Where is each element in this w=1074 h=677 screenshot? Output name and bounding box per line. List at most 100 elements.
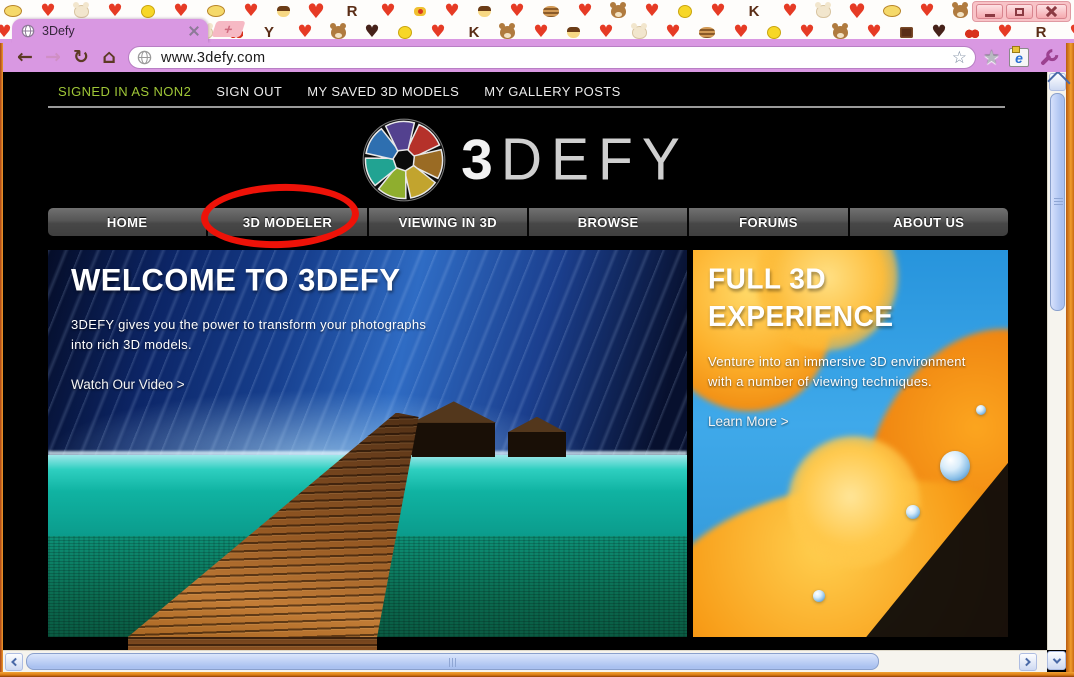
- pudding-icon: [478, 6, 491, 17]
- scroll-right-button[interactable]: [1019, 653, 1037, 671]
- site-logo: 3 DEFY: [3, 114, 1047, 206]
- logo-defy: DEFY: [501, 130, 689, 189]
- pattern-row-1: ♥♥♥♥♥R♥♥♥♥♥♥K♥♥♥♥♥♥♥♥♥R♥♥♥♥♥♥K♥♥♥♥: [4, 1, 1074, 21]
- heart-dotted-icon: ♥: [442, 2, 462, 21]
- horizontal-scrollbar-track[interactable]: [3, 650, 1047, 672]
- bear-icon: [611, 5, 626, 18]
- maximize-button[interactable]: [1006, 4, 1033, 19]
- boardwalk-overflow-graphic: [128, 637, 377, 650]
- letter-r-icon: R: [342, 2, 362, 21]
- hero-right-title-line2: EXPERIENCE: [708, 298, 988, 335]
- cherry-icon: [965, 27, 979, 38]
- bear-white-icon: [74, 5, 89, 18]
- heart-happy-icon: ♥: [847, 2, 867, 21]
- hero-right-title: FULL 3D EXPERIENCE: [708, 261, 988, 336]
- scroll-down-button[interactable]: [1047, 651, 1066, 670]
- vertical-scrollbar-thumb[interactable]: [1050, 93, 1065, 311]
- letter-k-icon: K: [744, 2, 764, 21]
- signed-in-label: SIGNED IN AS NON2: [58, 84, 191, 99]
- close-icon: [1045, 6, 1058, 17]
- bungalow-graphic: [412, 422, 495, 457]
- nav-forums-button[interactable]: FORUMS: [689, 208, 849, 236]
- pancake-icon: [543, 6, 559, 17]
- star-extension-button[interactable]: ★: [983, 47, 1000, 69]
- oval-badge-icon: [883, 5, 901, 17]
- vertical-scrollbar-track[interactable]: [1047, 72, 1066, 650]
- bear-icon: [953, 5, 968, 18]
- heart-icon: ♥: [105, 2, 125, 21]
- candy-icon: [414, 7, 426, 16]
- chick-icon: [767, 26, 781, 39]
- url-input[interactable]: [159, 49, 945, 67]
- heart-icon: ♥: [917, 2, 937, 21]
- close-button[interactable]: [1036, 4, 1067, 19]
- chick-icon: [398, 26, 412, 39]
- bear-white-icon: [816, 5, 831, 18]
- chocolate-icon: [900, 27, 913, 38]
- heart-icon: ♥: [378, 2, 398, 21]
- scroll-up-button[interactable]: [1049, 73, 1066, 91]
- reload-button[interactable]: ↻: [67, 48, 95, 67]
- ie-tab-extension-button[interactable]: e: [1009, 48, 1029, 67]
- address-bar[interactable]: ☆: [128, 46, 976, 69]
- hero-left-body-line2: into rich 3D models.: [71, 335, 631, 355]
- heart-dotted-icon: ♥: [171, 2, 191, 21]
- pudding-icon: [277, 6, 290, 17]
- scrollbar-grip: [1054, 198, 1063, 206]
- pudding-icon: [567, 27, 580, 38]
- toolbar-extensions: ★ e: [983, 43, 1058, 72]
- forward-button[interactable]: →: [39, 48, 67, 67]
- aperture-logo-icon: [361, 117, 447, 203]
- watch-our-video-link[interactable]: Watch Our Video >: [71, 377, 185, 392]
- water-drop-graphic: [813, 590, 825, 602]
- heart-icon: ♥: [708, 2, 728, 21]
- scroll-left-button[interactable]: [5, 653, 23, 671]
- new-tab-button[interactable]: +: [211, 21, 245, 37]
- minimize-icon: [985, 14, 995, 17]
- browser-tab[interactable]: 3Defy: [12, 19, 208, 43]
- my-saved-models-link[interactable]: MY SAVED 3D MODELS: [307, 84, 459, 99]
- my-gallery-posts-link[interactable]: MY GALLERY POSTS: [484, 84, 620, 99]
- window-frame-bottom: [0, 672, 1074, 677]
- bear-white-icon: [632, 26, 647, 39]
- page-content: SIGNED IN AS NON2 SIGN OUT MY SAVED 3D M…: [3, 72, 1047, 650]
- window-controls: [972, 1, 1071, 22]
- browser-window: ♥♥♥♥♥R♥♥♥♥♥♥K♥♥♥♥♥♥♥♥♥R♥♥♥♥♥♥K♥♥♥♥ ♥R♥♥Y…: [0, 0, 1074, 677]
- back-button[interactable]: ←: [11, 48, 39, 67]
- nav-browse-button[interactable]: BROWSE: [529, 208, 689, 236]
- favicon-globe-icon: [21, 24, 35, 38]
- minimize-button[interactable]: [976, 4, 1003, 19]
- heart-icon: ♥: [507, 2, 527, 21]
- hero-left-body: 3DEFY gives you the power to transform y…: [71, 315, 631, 355]
- tab-close-icon[interactable]: [189, 26, 199, 36]
- scrollbar-grip: [449, 658, 457, 667]
- bookmark-star-icon[interactable]: ☆: [952, 48, 967, 68]
- chick-icon: [678, 5, 692, 18]
- main-nav: HOME 3D MODELER VIEWING IN 3D BROWSE FOR…: [48, 208, 1008, 236]
- user-nav: SIGNED IN AS NON2 SIGN OUT MY SAVED 3D M…: [58, 84, 621, 99]
- bear-icon: [331, 26, 346, 39]
- sign-out-link[interactable]: SIGN OUT: [216, 84, 282, 99]
- wrench-menu-button[interactable]: [1034, 43, 1062, 71]
- hero-left-title: WELCOME TO 3DEFY: [71, 261, 631, 298]
- logo-wordmark: 3 DEFY: [461, 132, 689, 189]
- heart-icon: ♥: [241, 2, 261, 21]
- maximize-icon: [1015, 8, 1024, 16]
- browser-toolbar: ← → ↻ ⌂ ☆ ★ e: [3, 43, 1066, 72]
- nav-home-button[interactable]: HOME: [48, 208, 208, 236]
- hero-left-copy: WELCOME TO 3DEFY 3DEFY gives you the pow…: [71, 262, 631, 394]
- horizontal-scrollbar-thumb[interactable]: [26, 653, 879, 670]
- chevron-left-icon: [11, 658, 19, 666]
- hero-right-title-line1: FULL 3D: [708, 261, 988, 298]
- learn-more-link[interactable]: Learn More >: [708, 414, 789, 429]
- home-button[interactable]: ⌂: [95, 48, 123, 67]
- nav-about-us-button[interactable]: ABOUT US: [850, 208, 1008, 236]
- nav-viewing-in-3d-button[interactable]: VIEWING IN 3D: [369, 208, 529, 236]
- url-globe-icon: [137, 50, 152, 65]
- bear-icon: [500, 26, 515, 39]
- hero-right-body-line1: Venture into an immersive 3D environment: [708, 352, 988, 372]
- heart-icon: ♥: [575, 2, 595, 21]
- heart-happy-icon: ♥: [306, 2, 326, 21]
- pancake-icon: [699, 27, 715, 38]
- window-frame-right: [1066, 43, 1074, 672]
